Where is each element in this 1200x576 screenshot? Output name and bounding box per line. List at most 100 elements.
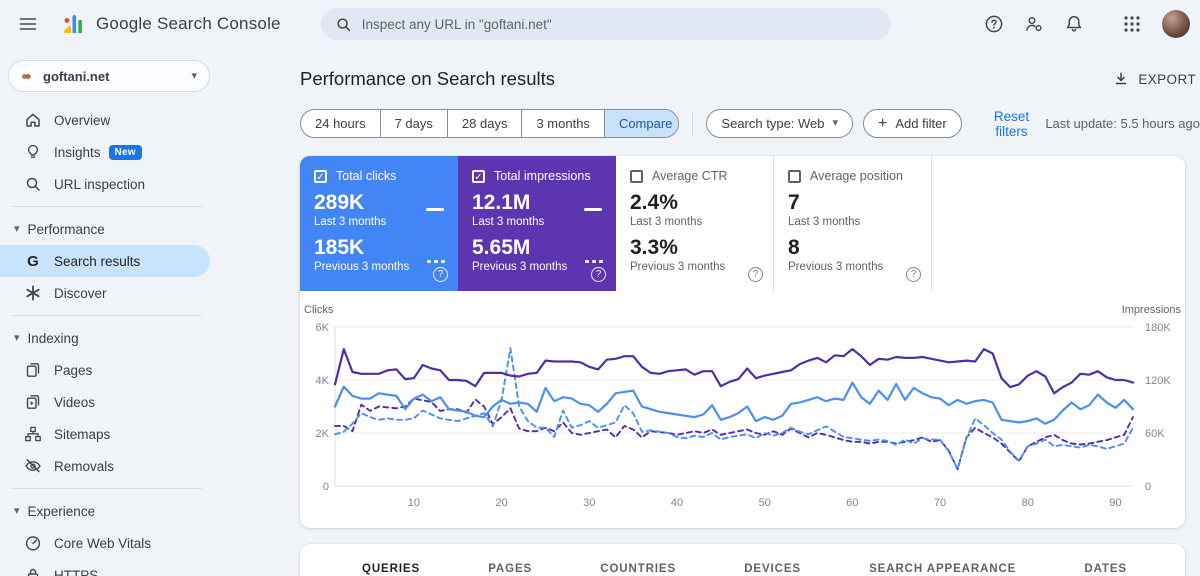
lock-icon bbox=[24, 566, 42, 576]
export-button[interactable]: EXPORT bbox=[1113, 71, 1196, 87]
section-indexing[interactable]: ▾ Indexing bbox=[0, 322, 210, 354]
sidebar-item-label: Discover bbox=[54, 285, 107, 301]
metric-prev-period: Previous 3 months bbox=[788, 261, 884, 274]
svg-text:20: 20 bbox=[495, 497, 507, 509]
property-selector[interactable]: goftani.net ▾ bbox=[8, 60, 210, 92]
tab-devices[interactable]: DEVICES bbox=[744, 563, 801, 575]
tab-pages[interactable]: PAGES bbox=[488, 563, 532, 575]
add-filter-chip[interactable]: + Add filter bbox=[863, 109, 962, 138]
google-g-icon: G bbox=[27, 252, 39, 270]
tab-queries[interactable]: QUERIES bbox=[362, 563, 420, 575]
date-range-compare[interactable]: Compare ▾ bbox=[603, 110, 679, 137]
hamburger-menu-icon[interactable] bbox=[18, 14, 38, 34]
svg-text:50: 50 bbox=[759, 497, 771, 509]
date-range-3-months[interactable]: 3 months bbox=[521, 110, 603, 137]
help-icon[interactable]: ? bbox=[748, 267, 763, 282]
section-performance[interactable]: ▾ Performance bbox=[0, 213, 210, 245]
tab-dates[interactable]: DATES bbox=[1084, 563, 1127, 575]
metric-label: Total impressions bbox=[494, 169, 591, 183]
search-placeholder: Inspect any URL in "goftani.net" bbox=[361, 16, 552, 32]
date-range-28-days[interactable]: 28 days bbox=[446, 110, 522, 137]
svg-text:Clicks: Clicks bbox=[304, 304, 334, 316]
tab-search-appearance[interactable]: SEARCH APPEARANCE bbox=[869, 563, 1016, 575]
lightbulb-icon bbox=[24, 143, 42, 161]
metric-prev-value: 3.3% bbox=[630, 236, 678, 260]
svg-text:10: 10 bbox=[408, 497, 420, 509]
performance-line-chart[interactable]: Clicks Impressions 0 0 2K 60K 4K 120K 6K 180K 10 20… bbox=[300, 291, 1185, 527]
sidebar-item-pages[interactable]: Pages bbox=[0, 354, 210, 386]
chevron-down-icon: ▾ bbox=[14, 331, 20, 344]
user-settings-icon[interactable] bbox=[1024, 14, 1044, 34]
help-icon[interactable]: ? bbox=[591, 267, 606, 282]
search-type-filter-chip[interactable]: Search type: Web ▾ bbox=[706, 109, 854, 138]
app-title: Google Search Console bbox=[96, 14, 281, 33]
google-apps-grid-icon[interactable] bbox=[1122, 14, 1142, 34]
metric-card-total-clicks[interactable]: ✓ Total clicks 289K Last 3 months 185K P… bbox=[300, 156, 458, 291]
sidebar-item-sitemaps[interactable]: Sitemaps bbox=[0, 418, 210, 450]
svg-text:0: 0 bbox=[323, 481, 329, 493]
date-range-24-hours[interactable]: 24 hours bbox=[301, 110, 380, 137]
url-inspect-search-input[interactable]: Inspect any URL in "goftani.net" bbox=[320, 8, 891, 40]
metric-label: Average CTR bbox=[652, 169, 728, 183]
metric-prev-value: 8 bbox=[788, 236, 800, 260]
sidebar-item-label: Overview bbox=[54, 112, 111, 128]
site-favicon bbox=[17, 67, 35, 85]
sidebar-item-removals[interactable]: Removals bbox=[0, 450, 210, 482]
sidebar-item-discover[interactable]: Discover bbox=[0, 277, 210, 309]
sidebar-item-label: Videos bbox=[54, 394, 96, 410]
notifications-bell-icon[interactable] bbox=[1064, 14, 1084, 34]
tab-countries[interactable]: COUNTRIES bbox=[600, 563, 676, 575]
sitemap-tree-icon bbox=[24, 425, 42, 443]
plus-icon: + bbox=[878, 114, 888, 132]
svg-text:40: 40 bbox=[671, 497, 683, 509]
search-console-logo-icon bbox=[63, 15, 82, 33]
chevron-down-icon: ▾ bbox=[191, 69, 197, 82]
sidebar-item-overview[interactable]: Overview bbox=[0, 104, 210, 136]
reset-filters-link[interactable]: Reset filters bbox=[978, 109, 1046, 139]
svg-text:90: 90 bbox=[1109, 497, 1121, 509]
app-logo[interactable]: Google Search Console bbox=[60, 12, 281, 36]
checkbox-checked-icon[interactable]: ✓ bbox=[314, 169, 327, 183]
dashed-line-legend-mark bbox=[427, 260, 445, 263]
checkbox-unchecked-icon[interactable] bbox=[630, 169, 643, 183]
svg-text:60: 60 bbox=[846, 497, 858, 509]
sidebar-item-videos[interactable]: Videos bbox=[0, 386, 210, 418]
sidebar-item-core-web-vitals[interactable]: Core Web Vitals bbox=[0, 527, 210, 559]
sidebar-item-url-inspection[interactable]: URL inspection bbox=[0, 168, 210, 200]
metric-prev-value: 5.65M bbox=[472, 236, 531, 260]
section-label: Indexing bbox=[27, 330, 79, 346]
sidebar-item-insights[interactable]: Insights New bbox=[0, 136, 210, 168]
metric-card-average-ctr[interactable]: Average CTR 2.4% Last 3 months 3.3% Prev… bbox=[616, 156, 774, 291]
account-avatar[interactable] bbox=[1162, 10, 1190, 38]
checkbox-checked-icon[interactable]: ✓ bbox=[472, 169, 485, 183]
metric-card-average-position[interactable]: Average position 7 Last 3 months 8 Previ… bbox=[774, 156, 932, 291]
svg-text:30: 30 bbox=[583, 497, 595, 509]
svg-text:0: 0 bbox=[1145, 481, 1151, 493]
new-badge: New bbox=[108, 144, 142, 160]
section-label: Experience bbox=[27, 503, 96, 519]
sidebar-item-search-results[interactable]: G Search results bbox=[0, 245, 210, 277]
help-icon[interactable]: ? bbox=[906, 267, 921, 282]
divider bbox=[12, 206, 202, 207]
metric-card-total-impressions[interactable]: ✓ Total impressions 12.1M Last 3 months … bbox=[458, 156, 616, 291]
section-experience[interactable]: ▾ Experience bbox=[0, 495, 210, 527]
svg-text:80: 80 bbox=[1022, 497, 1034, 509]
metric-label: Average position bbox=[810, 169, 903, 183]
sidebar-item-label: URL inspection bbox=[54, 176, 146, 192]
help-icon[interactable] bbox=[984, 14, 1004, 34]
date-range-7-days[interactable]: 7 days bbox=[379, 110, 447, 137]
svg-text:Impressions: Impressions bbox=[1122, 304, 1182, 316]
divider bbox=[692, 111, 694, 136]
svg-text:60K: 60K bbox=[1145, 428, 1165, 440]
checkbox-unchecked-icon[interactable] bbox=[788, 169, 801, 183]
metric-cards: ✓ Total clicks 289K Last 3 months 185K P… bbox=[300, 156, 1185, 291]
metric-period: Last 3 months bbox=[788, 216, 861, 229]
sidebar-item-https[interactable]: HTTPS bbox=[0, 559, 210, 576]
svg-text:70: 70 bbox=[934, 497, 946, 509]
dashed-line-legend-mark bbox=[585, 260, 603, 263]
dimensions-table-panel: QUERIES PAGES COUNTRIES DEVICES SEARCH A… bbox=[300, 544, 1185, 576]
page-title: Performance on Search results bbox=[300, 68, 556, 89]
help-icon[interactable]: ? bbox=[433, 267, 448, 282]
discover-asterisk-icon bbox=[24, 284, 42, 302]
solid-line-legend-mark bbox=[584, 208, 602, 211]
